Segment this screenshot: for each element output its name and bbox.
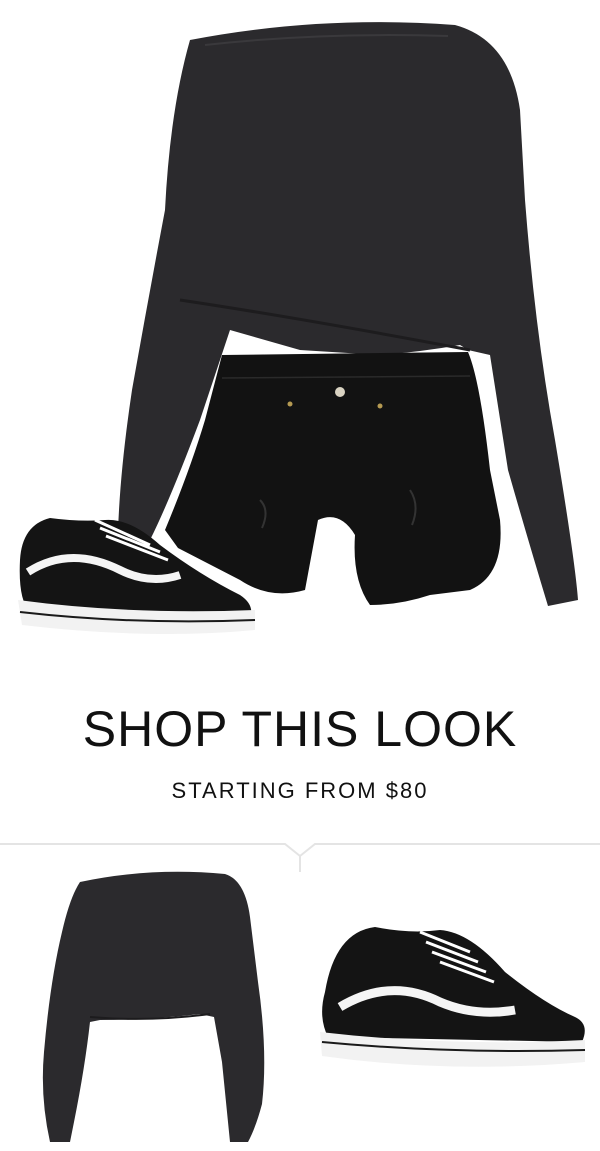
sweater-product-card[interactable] [0, 842, 300, 1146]
shop-this-look-heading: SHOP THIS LOOK [82, 701, 518, 757]
product-cards [0, 842, 600, 1146]
sneaker-thumbnail-icon [320, 927, 586, 1067]
sweater-thumbnail-icon [42, 871, 265, 1142]
outfit-collage-svg [18, 22, 578, 634]
outfit-collage [0, 0, 600, 660]
shorts-image [165, 352, 501, 605]
sneaker-product-card[interactable] [300, 842, 600, 1146]
starting-price-text: STARTING FROM $80 [171, 778, 429, 803]
